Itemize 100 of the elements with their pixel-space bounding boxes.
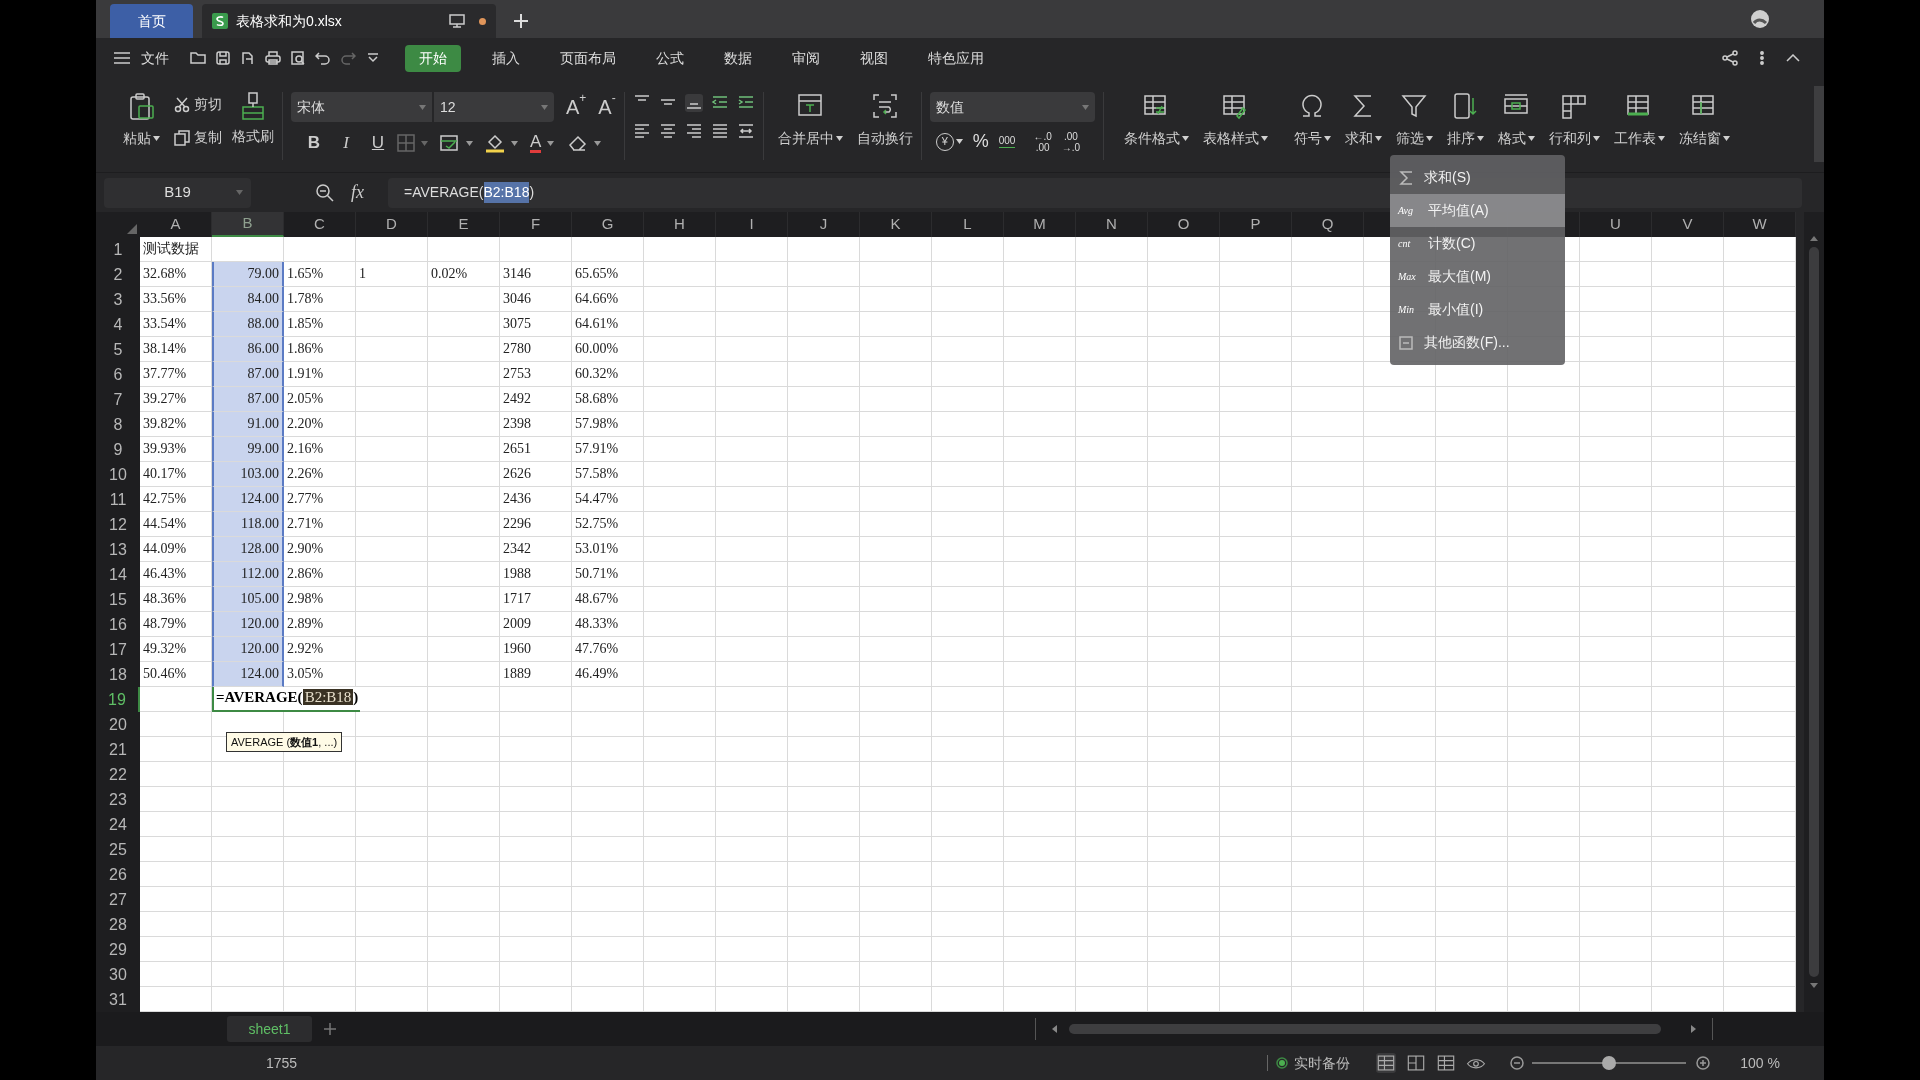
redo-icon[interactable] bbox=[340, 50, 356, 66]
row-header[interactable]: 8 bbox=[96, 412, 140, 437]
row-header[interactable]: 11 bbox=[96, 487, 140, 512]
print-icon[interactable] bbox=[265, 50, 281, 66]
undo-icon[interactable] bbox=[315, 50, 331, 66]
row-header[interactable]: 16 bbox=[96, 612, 140, 637]
ribbon-tab[interactable]: 审阅 bbox=[783, 44, 829, 72]
underline-button[interactable]: U bbox=[365, 130, 391, 156]
row-header[interactable]: 22 bbox=[96, 762, 140, 787]
row-header[interactable]: 1 bbox=[96, 237, 140, 262]
row-header[interactable]: 3 bbox=[96, 287, 140, 312]
row-header[interactable]: 7 bbox=[96, 387, 140, 412]
menu-item[interactable]: Avg 平均值(A) bbox=[1390, 194, 1565, 227]
row-header[interactable]: 2 bbox=[96, 262, 140, 287]
more-icon[interactable] bbox=[1760, 50, 1764, 66]
ribbon-scrollbar[interactable] bbox=[1814, 86, 1824, 162]
menu-item[interactable]: Max 最大值(M) bbox=[1390, 260, 1565, 293]
sheet-tab[interactable]: sheet1 bbox=[227, 1016, 312, 1042]
ribbon-button[interactable]: 排序 bbox=[1446, 92, 1484, 149]
row-header[interactable]: 5 bbox=[96, 337, 140, 362]
page-layout-icon[interactable] bbox=[1406, 1053, 1427, 1073]
ribbon-tab[interactable]: 公式 bbox=[647, 44, 693, 72]
backup-button[interactable]: 实时备份 bbox=[1276, 1052, 1351, 1074]
menu-item[interactable]: cnt 计数(C) bbox=[1390, 227, 1565, 260]
decrease-font-button[interactable]: A- bbox=[598, 92, 616, 122]
add-sheet-icon[interactable] bbox=[324, 1023, 336, 1035]
ribbon-tab[interactable]: 插入 bbox=[483, 44, 529, 72]
row-header[interactable]: 26 bbox=[96, 862, 140, 887]
row-header[interactable]: 21 bbox=[96, 737, 140, 762]
avatar-icon[interactable] bbox=[1750, 9, 1770, 29]
cut-button[interactable]: 剪切 bbox=[174, 94, 222, 115]
justify-icon[interactable] bbox=[710, 122, 729, 140]
save-icon[interactable] bbox=[215, 50, 231, 66]
home-tab[interactable]: 首页 bbox=[110, 4, 193, 38]
align-left-icon[interactable] bbox=[632, 122, 651, 140]
cell-style-icon[interactable] bbox=[440, 134, 460, 152]
merge-center-button[interactable]: 合并居中 bbox=[777, 92, 843, 149]
thousands-button[interactable]: 000 bbox=[998, 135, 1016, 148]
ribbon-button[interactable]: 格式 bbox=[1497, 92, 1535, 149]
ribbon-button[interactable]: 求和 bbox=[1344, 92, 1382, 149]
row-header[interactable]: 31 bbox=[96, 987, 140, 1012]
ribbon-tab[interactable]: 数据 bbox=[715, 44, 761, 72]
row-header[interactable]: 4 bbox=[96, 312, 140, 337]
copy-button[interactable]: 复制 bbox=[174, 127, 222, 148]
normal-view-icon[interactable] bbox=[1376, 1053, 1397, 1073]
scroll-left-icon[interactable] bbox=[1052, 1025, 1057, 1033]
row-header[interactable]: 27 bbox=[96, 887, 140, 912]
row-header[interactable]: 30 bbox=[96, 962, 140, 987]
ribbon-button[interactable]: 符号 bbox=[1293, 92, 1331, 149]
percent-button[interactable]: % bbox=[972, 128, 989, 155]
decrease-decimal-button[interactable]: .00 →.0 bbox=[1061, 130, 1081, 153]
row-header[interactable]: 18 bbox=[96, 662, 140, 687]
open-folder-icon[interactable] bbox=[190, 50, 206, 66]
row-header[interactable]: 9 bbox=[96, 437, 140, 462]
row-header[interactable]: 28 bbox=[96, 912, 140, 937]
format-painter-button[interactable]: 格式刷 bbox=[232, 92, 274, 147]
ribbon-tab[interactable]: 特色应用 bbox=[919, 44, 993, 72]
editing-cell[interactable]: =AVERAGE(B2:B18) bbox=[212, 687, 361, 712]
row-header[interactable]: 14 bbox=[96, 562, 140, 587]
ribbon-button[interactable]: 冻结窗 bbox=[1678, 92, 1730, 149]
scroll-right-icon[interactable] bbox=[1691, 1025, 1696, 1033]
row-header[interactable]: 12 bbox=[96, 512, 140, 537]
ribbon-button[interactable]: 筛选 bbox=[1395, 92, 1433, 149]
page-break-icon[interactable] bbox=[1436, 1053, 1457, 1073]
borders-icon[interactable] bbox=[397, 134, 415, 152]
row-header[interactable]: 25 bbox=[96, 837, 140, 862]
row-header[interactable]: 23 bbox=[96, 787, 140, 812]
select-all-icon[interactable] bbox=[127, 224, 137, 234]
menu-item[interactable]: Min 最小值(I) bbox=[1390, 293, 1565, 326]
align-right-icon[interactable] bbox=[684, 122, 703, 140]
collapse-icon[interactable] bbox=[1786, 54, 1800, 62]
increase-font-button[interactable]: A+ bbox=[566, 92, 587, 122]
ribbon-tab[interactable]: 开始 bbox=[405, 44, 461, 72]
align-center-icon[interactable] bbox=[658, 122, 677, 140]
scrollbar-thumb[interactable] bbox=[1809, 247, 1819, 977]
wrap-text-button[interactable]: 自动换行 bbox=[856, 92, 913, 149]
row-header[interactable]: 10 bbox=[96, 462, 140, 487]
fill-color-icon[interactable] bbox=[485, 133, 505, 153]
column-header[interactable]: B bbox=[212, 212, 284, 237]
font-color-button[interactable]: A bbox=[530, 133, 542, 153]
file-tab[interactable]: 表格求和为0.xlsx bbox=[202, 4, 496, 38]
horizontal-scrollbar-thumb[interactable] bbox=[1069, 1024, 1661, 1034]
ribbon-button[interactable]: 工作表 bbox=[1613, 92, 1665, 149]
zoom-icon[interactable] bbox=[315, 182, 335, 203]
ribbon-button[interactable]: 表格样式 bbox=[1202, 92, 1268, 149]
font-size-dropdown[interactable]: 12 bbox=[434, 92, 554, 122]
paste-button[interactable]: 粘贴 bbox=[120, 92, 162, 149]
bold-button[interactable]: B bbox=[301, 130, 327, 156]
align-bottom-icon[interactable] bbox=[684, 94, 703, 112]
number-format-dropdown[interactable]: 数值 bbox=[929, 92, 1095, 122]
ribbon-button[interactable]: 行和列 bbox=[1548, 92, 1600, 149]
new-tab-icon[interactable] bbox=[514, 14, 528, 28]
share-icon[interactable] bbox=[1722, 50, 1738, 66]
row-header[interactable]: 17 bbox=[96, 637, 140, 662]
eraser-icon[interactable] bbox=[568, 134, 589, 152]
vertical-scrollbar[interactable] bbox=[1804, 212, 1824, 1012]
row-header[interactable]: 15 bbox=[96, 587, 140, 612]
zoom-in-icon[interactable] bbox=[1696, 1056, 1711, 1070]
ribbon-tab[interactable]: 页面布局 bbox=[551, 44, 625, 72]
row-header[interactable]: 29 bbox=[96, 937, 140, 962]
